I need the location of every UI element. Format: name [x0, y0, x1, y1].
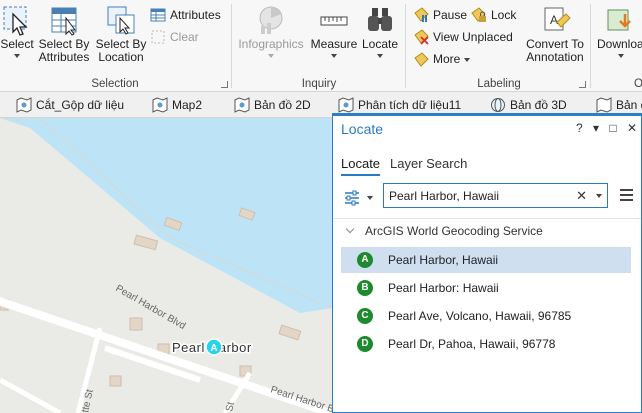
select-icon	[3, 6, 28, 36]
measure-button[interactable]: Measure	[310, 4, 358, 58]
menu-icon[interactable]	[620, 189, 633, 201]
annotation-icon: A	[544, 7, 571, 31]
pane-controls: ? ▾ □ ✕	[569, 121, 637, 135]
search-history-dropdown[interactable]	[596, 194, 602, 198]
map-tab[interactable]: Map2	[150, 92, 202, 117]
pane-title: Locate	[341, 121, 384, 137]
convert-to-annotation-button[interactable]: A Convert To Annotation	[520, 4, 590, 64]
result-text: Pearl Harbor: Hawaii	[388, 281, 499, 295]
result-marker-letter: A	[210, 343, 217, 354]
result-text: Pearl Ave, Volcano, Hawaii, 96785	[388, 309, 572, 323]
divider	[333, 218, 641, 219]
attributes-table-icon	[150, 8, 166, 22]
divider	[590, 4, 591, 88]
offline-group: Download Map O	[594, 0, 642, 92]
result-item-d[interactable]: D Pearl Dr, Pahoa, Hawaii, 96778	[341, 331, 631, 357]
select-by-location-button[interactable]: Select By Location	[94, 4, 148, 64]
help-icon[interactable]: ?	[576, 121, 583, 135]
download-map-icon	[607, 9, 631, 31]
more-labeling-button[interactable]: More	[413, 50, 471, 68]
select-dropdown-caret[interactable]	[14, 54, 20, 58]
ribbon: Select Select By Attributes Select By Lo…	[0, 0, 642, 92]
inquiry-group: Infographics Measure Locate Inquiry	[234, 0, 404, 92]
tab-layer-search[interactable]: Layer Search	[390, 156, 467, 171]
map-view-icon	[152, 97, 168, 113]
search-input[interactable]	[389, 187, 569, 204]
unplaced-label-icon	[414, 29, 429, 45]
locate-button[interactable]: Locate	[360, 4, 400, 58]
result-item-c[interactable]: C Pearl Ave, Volcano, Hawaii, 96785	[341, 303, 631, 329]
pause-label-icon	[414, 7, 429, 22]
search-box: ✕	[383, 183, 608, 208]
close-icon[interactable]: ✕	[627, 121, 637, 135]
result-badge: B	[357, 280, 373, 296]
maximize-icon[interactable]: □	[609, 121, 616, 135]
clear-search-icon[interactable]: ✕	[576, 188, 587, 204]
pane-options-icon[interactable]: ▾	[593, 121, 599, 135]
inquiry-group-label: Inquiry	[301, 78, 337, 90]
download-map-button[interactable]: Download Map	[597, 4, 642, 58]
map-view-icon	[338, 97, 354, 113]
location-select-icon	[107, 6, 135, 35]
chevron-down-icon	[345, 224, 355, 234]
map-view-icon	[234, 97, 250, 113]
pause-labels-button[interactable]: Pause	[413, 6, 467, 24]
attributes-button[interactable]: Attributes	[150, 6, 221, 24]
clear-selection-button[interactable]: Clear	[150, 28, 199, 46]
binoculars-icon	[368, 8, 392, 31]
infographics-icon	[259, 6, 283, 34]
selection-group: Select Select By Attributes Select By Lo…	[0, 0, 230, 92]
selection-dialog-launcher[interactable]	[221, 81, 228, 88]
result-text: Pearl Dr, Pahoa, Hawaii, 96778	[388, 337, 556, 351]
clear-icon	[151, 30, 165, 44]
label-more-icon	[414, 52, 429, 67]
svg-text:A: A	[550, 13, 558, 27]
map-view-icon	[16, 97, 32, 113]
result-item-b[interactable]: B Pearl Harbor: Hawaii	[341, 275, 631, 301]
scene-view-icon	[491, 98, 505, 112]
result-text: Pearl Harbor, Hawaii	[388, 253, 499, 267]
infographics-button[interactable]: Infographics	[234, 4, 308, 58]
divider	[231, 4, 232, 88]
selection-group-label: Selection	[91, 78, 139, 90]
result-badge: A	[357, 252, 373, 268]
tab-locate[interactable]: Locate	[341, 156, 381, 176]
divider	[405, 4, 406, 88]
select-button[interactable]: Select	[0, 4, 34, 58]
labeling-group-label: Labeling	[477, 78, 521, 90]
offline-group-label: O	[634, 78, 642, 90]
map-tab[interactable]: Cắt_Gộp dữ liệu	[14, 92, 124, 117]
lock-icon	[471, 7, 486, 22]
select-by-attributes-button[interactable]: Select By Attributes	[36, 4, 92, 64]
map-tab[interactable]: Bản đồ 2D	[232, 92, 311, 117]
lock-labels-button[interactable]: Lock	[471, 6, 516, 24]
table-select-icon	[51, 7, 77, 36]
view-unplaced-button[interactable]: View Unplaced	[413, 28, 513, 46]
geocoding-service-header[interactable]: ArcGIS World Geocoding Service	[345, 224, 543, 238]
labeling-group: Pause Lock View Unplaced More A Convert …	[410, 0, 588, 92]
locate-pane: Locate ? ▾ □ ✕ Locate Layer Search ✕ Arc…	[332, 113, 642, 413]
locate-options-button[interactable]	[343, 188, 377, 208]
result-badge: D	[357, 336, 373, 352]
ruler-icon	[320, 16, 348, 26]
map-view-icon	[596, 97, 612, 113]
labeling-dialog-launcher[interactable]	[579, 81, 586, 88]
result-badge: C	[357, 308, 373, 324]
sliders-icon	[345, 190, 373, 206]
result-item-a[interactable]: A Pearl Harbor, Hawaii	[341, 247, 631, 273]
